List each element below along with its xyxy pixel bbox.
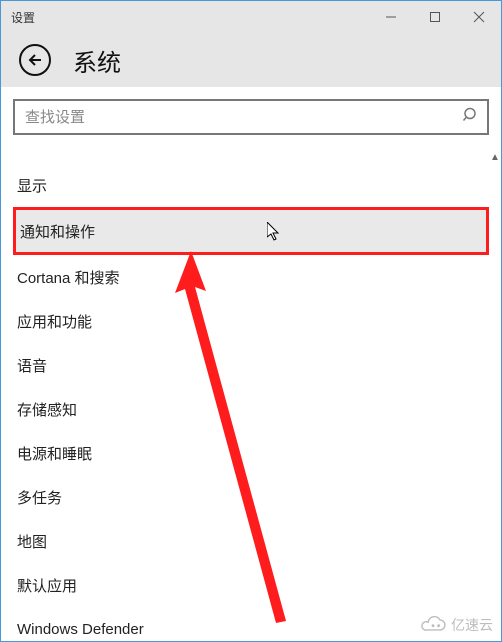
list-item[interactable]: 多任务 — [13, 475, 489, 519]
page-title: 系统 — [73, 43, 121, 78]
list-item-label: 多任务 — [17, 487, 62, 508]
content: 显示通知和操作 Cortana 和搜索应用和功能语音存储感知电源和睡眠多任务地图默… — [1, 87, 501, 641]
list-item-label: 存储感知 — [17, 399, 77, 420]
list-item-label: Cortana 和搜索 — [17, 267, 120, 288]
list-item[interactable]: Cortana 和搜索 — [13, 255, 489, 299]
search-input[interactable] — [13, 99, 489, 135]
minimize-icon — [385, 11, 397, 23]
close-icon — [473, 11, 485, 23]
scrollbar[interactable]: ▲ — [489, 149, 501, 629]
maximize-button[interactable] — [413, 1, 457, 33]
list-item-label: 地图 — [17, 531, 47, 552]
scroll-up-icon[interactable]: ▲ — [489, 149, 501, 165]
list-item-label: 默认应用 — [17, 575, 77, 596]
list-item[interactable]: 通知和操作 — [13, 207, 489, 255]
list-item-label: 显示 — [17, 175, 47, 196]
list-item[interactable]: Windows Defender — [13, 607, 489, 641]
list-item[interactable]: 默认应用 — [13, 563, 489, 607]
list-item-label: 通知和操作 — [20, 221, 95, 242]
search-wrap — [13, 99, 489, 135]
list-item[interactable]: 电源和睡眠 — [13, 431, 489, 475]
list-item[interactable]: 地图 — [13, 519, 489, 563]
list-item-label: Windows Defender — [17, 621, 144, 638]
list-item[interactable]: 应用和功能 — [13, 299, 489, 343]
window-title: 设置 — [11, 9, 35, 26]
list-item[interactable]: 显示 — [13, 163, 489, 207]
close-button[interactable] — [457, 1, 501, 33]
back-button[interactable] — [19, 44, 51, 76]
settings-list: 显示通知和操作 Cortana 和搜索应用和功能语音存储感知电源和睡眠多任务地图默… — [13, 163, 489, 641]
arrow-left-icon — [27, 52, 43, 68]
maximize-icon — [429, 11, 441, 23]
search-icon[interactable] — [463, 107, 479, 128]
list-item-label: 应用和功能 — [17, 311, 92, 332]
minimize-button[interactable] — [369, 1, 413, 33]
settings-window: 设置 系统 显示 — [0, 0, 502, 642]
list-item[interactable]: 语音 — [13, 343, 489, 387]
titlebar: 设置 — [1, 1, 501, 33]
header: 系统 — [1, 33, 501, 87]
list-item-label: 语音 — [17, 355, 47, 376]
list-item[interactable]: 存储感知 — [13, 387, 489, 431]
list-item-label: 电源和睡眠 — [17, 443, 92, 464]
